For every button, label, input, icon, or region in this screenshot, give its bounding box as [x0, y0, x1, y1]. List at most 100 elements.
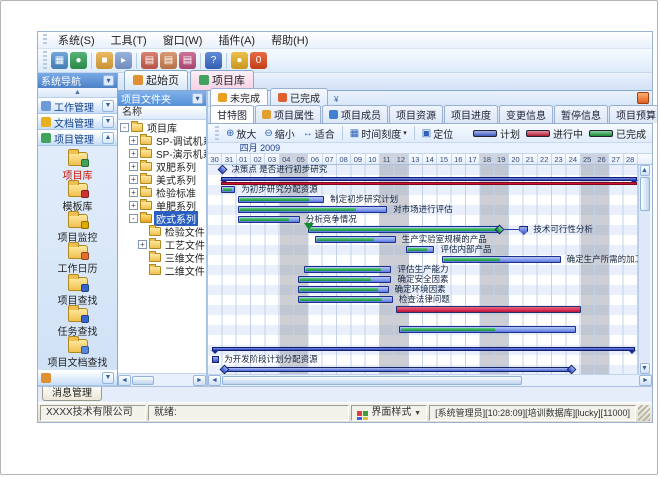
scroll-thumb[interactable] — [132, 376, 154, 385]
task-bar[interactable] — [399, 326, 577, 333]
sidebar-group-2[interactable]: 项目管理▲ — [38, 130, 117, 146]
task-bar[interactable] — [238, 216, 300, 223]
resize-grip[interactable] — [638, 405, 650, 421]
folder-icon — [131, 123, 143, 132]
chevron-down-icon[interactable]: ▼ — [102, 100, 114, 112]
summary-bar[interactable] — [212, 347, 635, 351]
report-pink-icon[interactable]: ▤ — [179, 52, 196, 69]
sidebar-collapse-button[interactable]: ▲ — [38, 88, 117, 98]
report-red-icon[interactable]: ▤ — [141, 52, 158, 69]
gantt-tab-7[interactable]: 项目预算 — [609, 105, 658, 123]
tree-item-11[interactable]: 二维文件 — [118, 264, 206, 277]
task-bar[interactable] — [238, 196, 324, 203]
gantt-tab-3[interactable]: 项目资源 — [389, 105, 443, 123]
globe-icon[interactable]: ● — [70, 52, 87, 69]
task-bar[interactable] — [406, 246, 435, 253]
collapse-icon[interactable]: - — [129, 214, 138, 223]
expand-icon[interactable]: + — [129, 162, 138, 171]
task-bar[interactable] — [308, 226, 499, 233]
gantt-toolbar-button-3[interactable]: ▦时间刻度▾ — [346, 125, 411, 142]
expand-icon[interactable]: + — [129, 136, 138, 145]
gantt-chart-area[interactable]: 决策点 是否进行初步研究为初步研究分配资源制定初步研究计划对市场进行评估分析竞争… — [208, 165, 638, 374]
task-bar[interactable] — [298, 286, 388, 293]
tree-horizontal-scrollbar[interactable]: ◄ ► — [118, 373, 206, 386]
day-tick-19: 19 — [495, 154, 509, 164]
task-bar[interactable] — [298, 296, 393, 303]
report-orange-icon[interactable]: ▤ — [160, 52, 177, 69]
scroll-left-icon[interactable]: ◄ — [118, 375, 131, 386]
screen-icon[interactable]: ▦ — [51, 52, 68, 69]
gantt-tab-4[interactable]: 项目进度 — [444, 105, 498, 123]
gantt-tab-1[interactable]: 项目属性 — [255, 105, 321, 123]
menu-item-3[interactable]: 插件(A) — [210, 34, 263, 48]
sidebar-group-0[interactable]: 工作管理▼ — [38, 98, 117, 114]
menu-item-2[interactable]: 窗口(W) — [155, 34, 211, 48]
gantt-vertical-scrollbar[interactable]: ▲ ▼ — [638, 165, 650, 374]
menu-item-0[interactable]: 系统(S) — [50, 34, 103, 48]
task-bar[interactable] — [442, 256, 561, 263]
expand-icon[interactable]: + — [129, 188, 138, 197]
task-bar[interactable] — [315, 236, 395, 243]
scroll-right-icon[interactable]: ► — [193, 375, 206, 386]
task-bar[interactable] — [298, 276, 391, 283]
collapse-icon[interactable]: - — [120, 123, 129, 132]
milestone-marker[interactable] — [218, 165, 228, 174]
lock-icon[interactable]: ● — [231, 52, 248, 69]
chevron-down-icon[interactable]: ▼ — [102, 372, 114, 384]
document-tab-1[interactable]: 项目库 — [190, 70, 254, 90]
menu-item-4[interactable]: 帮助(H) — [263, 34, 316, 48]
gantt-tab-0[interactable]: 甘特图 — [210, 105, 254, 123]
gantt-toolbar-button-4[interactable]: ▣定位 — [418, 125, 457, 142]
gantt-toolbar-button-1[interactable]: ⊖缩小 — [260, 125, 298, 142]
sidebar-item-4[interactable]: 项目查找 — [38, 276, 117, 307]
scroll-down-icon[interactable]: ▼ — [640, 363, 650, 374]
expand-icon[interactable]: + — [129, 175, 138, 184]
message-manager-tab[interactable]: 消息管理 — [42, 387, 102, 401]
gantt-toolbar-button-0[interactable]: ⊕放大 — [222, 125, 260, 142]
tree-column-header[interactable]: 名称 — [118, 106, 206, 120]
expand-icon[interactable]: + — [129, 201, 138, 210]
filter-tab-1[interactable]: 已完成 — [270, 88, 328, 106]
document-tab-0[interactable]: 起始页 — [124, 70, 188, 90]
sidebar-item-1[interactable]: 模板库 — [38, 182, 117, 213]
gantt-tab-5[interactable]: 变更信息 — [499, 105, 553, 123]
folder-window-icon[interactable]: ▸ — [115, 52, 132, 69]
scroll-right-icon[interactable]: ► — [639, 375, 652, 386]
gantt-toolbar-button-2[interactable]: ↔适合 — [299, 125, 339, 142]
chevron-up-icon[interactable]: ▲ — [102, 132, 114, 144]
expand-icon[interactable]: + — [129, 149, 138, 158]
panel-button-icon[interactable] — [637, 92, 649, 104]
plan-range-bar[interactable] — [224, 367, 571, 372]
scroll-up-icon[interactable]: ▲ — [640, 165, 650, 176]
gantt-horizontal-scrollbar[interactable]: ◄ ► — [208, 374, 652, 386]
sidebar-group-1[interactable]: 文档管理▼ — [38, 114, 117, 130]
gantt-tab-6[interactable]: 暂停信息 — [554, 105, 608, 123]
sidebar-item-0[interactable]: 项目库 — [38, 151, 117, 182]
task-bar[interactable] — [304, 266, 391, 273]
expand-icon[interactable]: + — [138, 240, 147, 249]
sidebar-item-3[interactable]: 工作日历 — [38, 245, 117, 276]
help-icon[interactable]: ? — [205, 52, 222, 69]
task-bar[interactable] — [221, 186, 235, 193]
filter-tab-0[interactable]: 未完成 — [210, 88, 268, 106]
menu-item-1[interactable]: 工具(T) — [103, 34, 155, 48]
scroll-thumb[interactable] — [222, 376, 522, 385]
folder-open-icon[interactable]: ■ — [96, 52, 113, 69]
in-progress-bar[interactable] — [396, 306, 581, 313]
sidebar-item-5[interactable]: 任务查找 — [38, 307, 117, 338]
power-icon[interactable]: 0 — [250, 52, 267, 69]
gantt-tab-2[interactable]: 项目成员 — [322, 105, 388, 123]
pin-icon[interactable]: ▾ — [192, 93, 203, 104]
task-bar[interactable] — [238, 206, 387, 213]
scroll-thumb[interactable] — [640, 177, 650, 211]
chevron-down-icon[interactable]: ▼ — [102, 116, 114, 128]
milestone-marker[interactable] — [212, 356, 219, 363]
sidebar-group-collapsed[interactable]: ▼ — [38, 370, 117, 386]
day-tick-25: 25 — [581, 154, 595, 164]
sidebar-item-2[interactable]: 项目监控 — [38, 214, 117, 245]
summary-bar[interactable] — [221, 177, 637, 181]
scroll-left-icon[interactable]: ◄ — [208, 375, 221, 386]
sidebar-item-6[interactable]: 项目文档查找 — [38, 339, 117, 370]
ui-style-button[interactable]: 界面样式 ▼ — [351, 405, 427, 421]
pin-icon[interactable]: ▾ — [103, 75, 114, 86]
